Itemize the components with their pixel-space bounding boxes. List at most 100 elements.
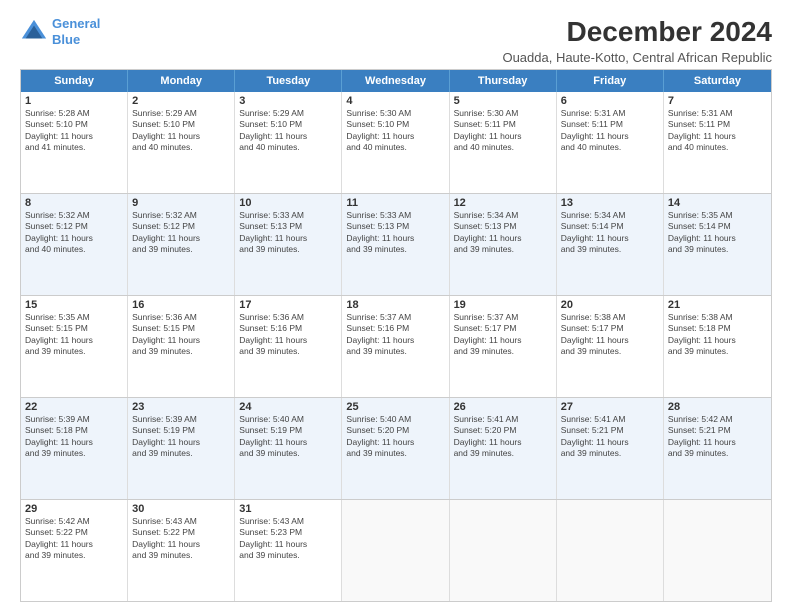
header-cell-saturday: Saturday [664, 70, 771, 92]
day-number: 17 [239, 299, 337, 311]
day-info: Sunrise: 5:31 AM Sunset: 5:11 PM Dayligh… [561, 108, 659, 154]
calendar-week-5: 29Sunrise: 5:42 AM Sunset: 5:22 PM Dayli… [21, 500, 771, 601]
day-number: 11 [346, 197, 444, 209]
calendar-cell: 25Sunrise: 5:40 AM Sunset: 5:20 PM Dayli… [342, 398, 449, 499]
day-info: Sunrise: 5:38 AM Sunset: 5:17 PM Dayligh… [561, 312, 659, 358]
day-number: 9 [132, 197, 230, 209]
header-cell-wednesday: Wednesday [342, 70, 449, 92]
day-info: Sunrise: 5:42 AM Sunset: 5:21 PM Dayligh… [668, 414, 767, 460]
calendar-cell: 27Sunrise: 5:41 AM Sunset: 5:21 PM Dayli… [557, 398, 664, 499]
header-cell-tuesday: Tuesday [235, 70, 342, 92]
calendar-cell: 5Sunrise: 5:30 AM Sunset: 5:11 PM Daylig… [450, 92, 557, 193]
day-info: Sunrise: 5:35 AM Sunset: 5:15 PM Dayligh… [25, 312, 123, 358]
calendar-page: GeneralBlue December 2024 Ouadda, Haute-… [0, 0, 792, 612]
day-info: Sunrise: 5:37 AM Sunset: 5:16 PM Dayligh… [346, 312, 444, 358]
header-cell-sunday: Sunday [21, 70, 128, 92]
main-title: December 2024 [502, 16, 772, 48]
logo: GeneralBlue [20, 16, 100, 47]
calendar-cell: 30Sunrise: 5:43 AM Sunset: 5:22 PM Dayli… [128, 500, 235, 601]
day-number: 6 [561, 95, 659, 107]
day-number: 7 [668, 95, 767, 107]
calendar-cell: 29Sunrise: 5:42 AM Sunset: 5:22 PM Dayli… [21, 500, 128, 601]
day-number: 22 [25, 401, 123, 413]
day-info: Sunrise: 5:42 AM Sunset: 5:22 PM Dayligh… [25, 516, 123, 562]
calendar-cell: 12Sunrise: 5:34 AM Sunset: 5:13 PM Dayli… [450, 194, 557, 295]
day-info: Sunrise: 5:32 AM Sunset: 5:12 PM Dayligh… [25, 210, 123, 256]
day-info: Sunrise: 5:34 AM Sunset: 5:13 PM Dayligh… [454, 210, 552, 256]
calendar-cell: 4Sunrise: 5:30 AM Sunset: 5:10 PM Daylig… [342, 92, 449, 193]
header-cell-thursday: Thursday [450, 70, 557, 92]
page-header: GeneralBlue December 2024 Ouadda, Haute-… [20, 16, 772, 65]
day-info: Sunrise: 5:30 AM Sunset: 5:10 PM Dayligh… [346, 108, 444, 154]
calendar-week-1: 1Sunrise: 5:28 AM Sunset: 5:10 PM Daylig… [21, 92, 771, 194]
calendar-cell: 8Sunrise: 5:32 AM Sunset: 5:12 PM Daylig… [21, 194, 128, 295]
calendar-cell: 11Sunrise: 5:33 AM Sunset: 5:13 PM Dayli… [342, 194, 449, 295]
day-info: Sunrise: 5:34 AM Sunset: 5:14 PM Dayligh… [561, 210, 659, 256]
day-number: 16 [132, 299, 230, 311]
day-number: 23 [132, 401, 230, 413]
calendar-week-4: 22Sunrise: 5:39 AM Sunset: 5:18 PM Dayli… [21, 398, 771, 500]
title-block: December 2024 Ouadda, Haute-Kotto, Centr… [502, 16, 772, 65]
day-info: Sunrise: 5:30 AM Sunset: 5:11 PM Dayligh… [454, 108, 552, 154]
calendar-week-3: 15Sunrise: 5:35 AM Sunset: 5:15 PM Dayli… [21, 296, 771, 398]
day-info: Sunrise: 5:38 AM Sunset: 5:18 PM Dayligh… [668, 312, 767, 358]
day-info: Sunrise: 5:29 AM Sunset: 5:10 PM Dayligh… [132, 108, 230, 154]
day-info: Sunrise: 5:39 AM Sunset: 5:18 PM Dayligh… [25, 414, 123, 460]
calendar-cell: 23Sunrise: 5:39 AM Sunset: 5:19 PM Dayli… [128, 398, 235, 499]
calendar-cell: 28Sunrise: 5:42 AM Sunset: 5:21 PM Dayli… [664, 398, 771, 499]
day-number: 4 [346, 95, 444, 107]
calendar-cell: 16Sunrise: 5:36 AM Sunset: 5:15 PM Dayli… [128, 296, 235, 397]
day-number: 3 [239, 95, 337, 107]
day-info: Sunrise: 5:36 AM Sunset: 5:16 PM Dayligh… [239, 312, 337, 358]
day-number: 29 [25, 503, 123, 515]
day-number: 13 [561, 197, 659, 209]
day-info: Sunrise: 5:32 AM Sunset: 5:12 PM Dayligh… [132, 210, 230, 256]
calendar-cell: 19Sunrise: 5:37 AM Sunset: 5:17 PM Dayli… [450, 296, 557, 397]
calendar-week-2: 8Sunrise: 5:32 AM Sunset: 5:12 PM Daylig… [21, 194, 771, 296]
calendar-cell: 1Sunrise: 5:28 AM Sunset: 5:10 PM Daylig… [21, 92, 128, 193]
day-number: 26 [454, 401, 552, 413]
calendar-cell: 20Sunrise: 5:38 AM Sunset: 5:17 PM Dayli… [557, 296, 664, 397]
day-info: Sunrise: 5:37 AM Sunset: 5:17 PM Dayligh… [454, 312, 552, 358]
day-info: Sunrise: 5:40 AM Sunset: 5:20 PM Dayligh… [346, 414, 444, 460]
calendar: SundayMondayTuesdayWednesdayThursdayFrid… [20, 69, 772, 602]
day-info: Sunrise: 5:36 AM Sunset: 5:15 PM Dayligh… [132, 312, 230, 358]
day-number: 15 [25, 299, 123, 311]
calendar-cell: 10Sunrise: 5:33 AM Sunset: 5:13 PM Dayli… [235, 194, 342, 295]
header-cell-friday: Friday [557, 70, 664, 92]
day-number: 12 [454, 197, 552, 209]
day-info: Sunrise: 5:28 AM Sunset: 5:10 PM Dayligh… [25, 108, 123, 154]
day-number: 14 [668, 197, 767, 209]
logo-text: GeneralBlue [52, 16, 100, 47]
calendar-cell: 13Sunrise: 5:34 AM Sunset: 5:14 PM Dayli… [557, 194, 664, 295]
day-number: 27 [561, 401, 659, 413]
day-info: Sunrise: 5:41 AM Sunset: 5:20 PM Dayligh… [454, 414, 552, 460]
calendar-header-row: SundayMondayTuesdayWednesdayThursdayFrid… [21, 70, 771, 92]
day-number: 18 [346, 299, 444, 311]
day-number: 2 [132, 95, 230, 107]
header-cell-monday: Monday [128, 70, 235, 92]
calendar-cell: 31Sunrise: 5:43 AM Sunset: 5:23 PM Dayli… [235, 500, 342, 601]
day-number: 20 [561, 299, 659, 311]
day-info: Sunrise: 5:29 AM Sunset: 5:10 PM Dayligh… [239, 108, 337, 154]
calendar-cell: 21Sunrise: 5:38 AM Sunset: 5:18 PM Dayli… [664, 296, 771, 397]
day-number: 31 [239, 503, 337, 515]
day-info: Sunrise: 5:33 AM Sunset: 5:13 PM Dayligh… [239, 210, 337, 256]
day-info: Sunrise: 5:31 AM Sunset: 5:11 PM Dayligh… [668, 108, 767, 154]
calendar-cell: 17Sunrise: 5:36 AM Sunset: 5:16 PM Dayli… [235, 296, 342, 397]
day-info: Sunrise: 5:35 AM Sunset: 5:14 PM Dayligh… [668, 210, 767, 256]
calendar-body: 1Sunrise: 5:28 AM Sunset: 5:10 PM Daylig… [21, 92, 771, 601]
day-info: Sunrise: 5:43 AM Sunset: 5:23 PM Dayligh… [239, 516, 337, 562]
calendar-cell: 2Sunrise: 5:29 AM Sunset: 5:10 PM Daylig… [128, 92, 235, 193]
calendar-cell [557, 500, 664, 601]
day-number: 30 [132, 503, 230, 515]
calendar-cell: 15Sunrise: 5:35 AM Sunset: 5:15 PM Dayli… [21, 296, 128, 397]
day-info: Sunrise: 5:43 AM Sunset: 5:22 PM Dayligh… [132, 516, 230, 562]
day-number: 5 [454, 95, 552, 107]
calendar-cell: 18Sunrise: 5:37 AM Sunset: 5:16 PM Dayli… [342, 296, 449, 397]
subtitle: Ouadda, Haute-Kotto, Central African Rep… [502, 50, 772, 65]
day-info: Sunrise: 5:40 AM Sunset: 5:19 PM Dayligh… [239, 414, 337, 460]
calendar-cell: 14Sunrise: 5:35 AM Sunset: 5:14 PM Dayli… [664, 194, 771, 295]
calendar-cell [342, 500, 449, 601]
calendar-cell: 24Sunrise: 5:40 AM Sunset: 5:19 PM Dayli… [235, 398, 342, 499]
